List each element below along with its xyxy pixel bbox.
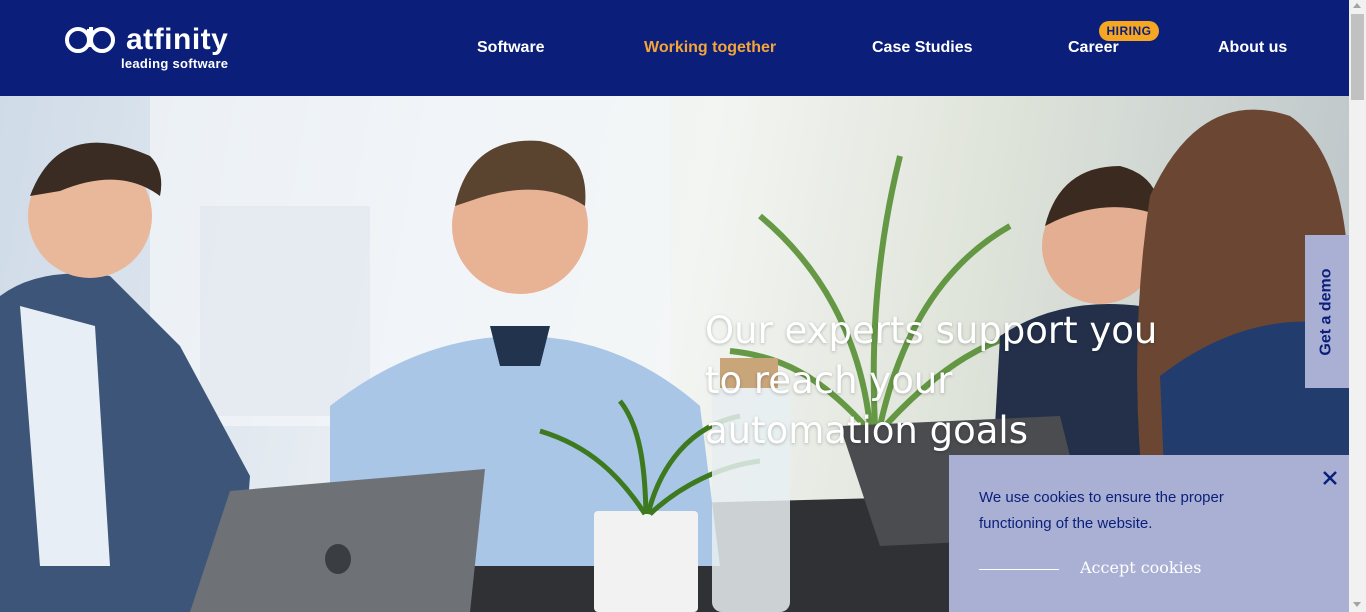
nav-working-together[interactable]: Working together (644, 39, 776, 57)
page: atfinity leading software Software Worki… (0, 0, 1349, 612)
nav-about-us[interactable]: About us (1218, 39, 1287, 57)
scroll-down-arrow-icon[interactable] (1353, 602, 1361, 607)
close-icon[interactable] (1319, 467, 1341, 489)
cookie-message: We use cookies to ensure the proper func… (979, 489, 1224, 532)
scroll-thumb[interactable] (1351, 14, 1364, 100)
get-demo-label: Get a demo (1318, 267, 1336, 356)
site-header: atfinity leading software Software Worki… (0, 0, 1349, 96)
scroll-up-arrow-icon[interactable] (1353, 3, 1361, 8)
get-demo-tab[interactable]: Get a demo (1305, 235, 1349, 388)
cookie-banner: We use cookies to ensure the proper func… (949, 455, 1349, 612)
nav-career[interactable]: Career (1068, 39, 1119, 57)
nav-case-studies[interactable]: Case Studies (872, 39, 972, 57)
main-nav: Software Working together Case Studies C… (0, 0, 1349, 96)
nav-software[interactable]: Software (477, 39, 545, 57)
page-scrollbar[interactable] (1349, 0, 1366, 612)
cookie-divider (979, 569, 1059, 570)
hiring-badge: HIRING (1099, 21, 1159, 41)
hero-headline: Our experts support you to reach your au… (705, 309, 1158, 452)
accept-cookies-button[interactable]: Accept cookies (1080, 558, 1201, 577)
